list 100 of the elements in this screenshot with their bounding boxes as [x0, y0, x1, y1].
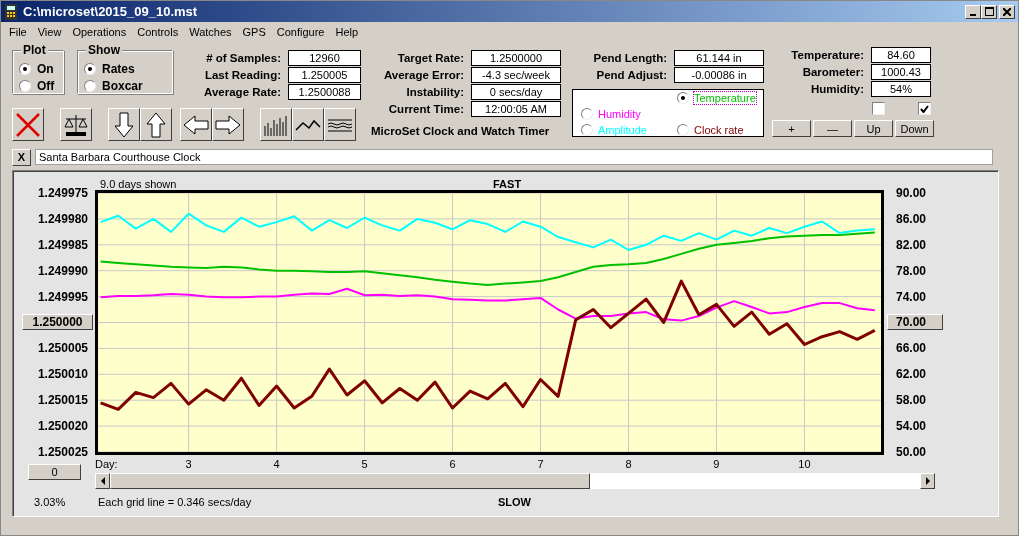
checkbox[interactable]: [918, 102, 931, 115]
menu-item[interactable]: Configure: [271, 25, 331, 38]
slow-label: SLOW: [498, 496, 531, 510]
value-field: 1.250005: [288, 66, 361, 83]
axis-label: 50.00: [896, 443, 927, 460]
menu-item[interactable]: File: [4, 25, 33, 38]
scrollbar-thumb[interactable]: [110, 473, 590, 489]
field-label: Pend Length:: [592, 51, 668, 64]
value-field: 1.2500088: [288, 83, 361, 100]
group-title: Plot: [21, 43, 48, 57]
adjust-button[interactable]: —: [813, 120, 852, 137]
close-button[interactable]: [999, 4, 1015, 19]
axis-label: 1.249990: [37, 262, 88, 279]
up-arrow-button[interactable]: [140, 108, 172, 141]
value-field: -4.3 sec/week: [471, 66, 561, 83]
bar-graph-button[interactable]: [260, 108, 292, 141]
scales-icon: [63, 112, 89, 137]
axis-label: 1.250025: [37, 443, 88, 460]
axis-label: 78.00: [896, 262, 927, 279]
axis-label: 1.249975: [37, 185, 88, 201]
menu-item[interactable]: View: [32, 25, 68, 38]
series-option[interactable]: Clock rate: [677, 122, 765, 137]
axis-label: 1.249980: [37, 210, 88, 227]
fast-label: FAST: [493, 178, 522, 190]
grid-note: Each grid line = 0.346 secs/day: [97, 496, 253, 510]
left-arrow-button[interactable]: [180, 108, 212, 141]
day-label: 4: [272, 457, 281, 472]
zero-button[interactable]: 0: [28, 464, 81, 480]
value-field: 12960: [288, 49, 361, 66]
day-label: 3: [184, 457, 193, 472]
check-icon: [920, 104, 929, 113]
axis-label: 62.00: [896, 366, 927, 383]
cross-icon: [15, 111, 41, 138]
scroll-right-button[interactable]: [920, 473, 935, 489]
wave-graph-button[interactable]: [324, 108, 356, 141]
down-arrow-button[interactable]: [108, 108, 140, 141]
adjust-button[interactable]: Down: [895, 120, 934, 137]
note-field[interactable]: Santa Barbara Courthouse Clock: [35, 149, 993, 165]
vertical-lines-icon: [263, 113, 289, 136]
value-field: 0 secs/day: [471, 83, 561, 100]
app-caption: MicroSet Clock and Watch Timer: [371, 125, 551, 137]
axis-label: 66.00: [896, 340, 927, 357]
clear-button[interactable]: X: [12, 148, 31, 166]
checkbox[interactable]: [872, 102, 885, 115]
percent-label: 3.03%: [33, 495, 67, 510]
center-value-button[interactable]: 1.250000: [22, 314, 93, 331]
menu-item[interactable]: Help: [330, 25, 365, 38]
axis-label: 1.250010: [37, 366, 88, 383]
radio-option[interactable]: Rates: [84, 61, 172, 76]
right-arrow-button[interactable]: [212, 108, 244, 141]
menu-item[interactable]: GPS: [237, 25, 272, 38]
zigzag-icon: [295, 117, 321, 132]
adjust-button[interactable]: +: [772, 120, 811, 137]
value-field: 84.60: [871, 46, 931, 63]
horizontal-scrollbar[interactable]: [95, 473, 935, 489]
field-label: # of Samples:: [205, 51, 282, 64]
radio-option[interactable]: Off: [19, 78, 63, 93]
axis-label: 54.00: [896, 418, 927, 434]
span-label: 9.0 days shown: [99, 178, 178, 190]
adjust-button[interactable]: Up: [854, 120, 893, 137]
value-field: 1000.43: [871, 63, 931, 80]
day-label: 10: [797, 457, 812, 472]
line-graph-button[interactable]: [292, 108, 324, 141]
scroll-left-button[interactable]: [95, 473, 110, 489]
radio-option[interactable]: Boxcar: [84, 78, 172, 93]
axis-label: 1.250005: [37, 340, 88, 357]
balance-button[interactable]: [60, 108, 92, 141]
menu-item[interactable]: Watches: [184, 25, 238, 38]
axis-title: Day:: [95, 457, 119, 472]
window-title: C:\microset\2015_09_10.mst: [23, 4, 199, 19]
axis-label: 90.00: [896, 185, 927, 201]
field-label: Humidity:: [809, 82, 865, 95]
waves-icon: [327, 117, 353, 132]
field-label: Pend Adjust:: [595, 68, 668, 81]
field-label: Average Error:: [382, 68, 465, 81]
minimize-button[interactable]: [965, 4, 981, 19]
field-label: Average Rate:: [203, 85, 282, 98]
maximize-icon: [984, 7, 994, 16]
right-arrow-icon: [215, 114, 241, 135]
menu-item[interactable]: Operations: [67, 25, 133, 38]
menu-item[interactable]: Controls: [132, 25, 185, 38]
day-label: 5: [360, 457, 369, 472]
delete-button[interactable]: [12, 108, 44, 141]
axis-label: 1.250015: [37, 392, 88, 409]
day-label: 7: [536, 457, 545, 472]
down-arrow-icon: [114, 111, 134, 138]
radio-option[interactable]: On: [19, 61, 63, 76]
field-label: Instability:: [405, 85, 465, 98]
axis-label: 1.249985: [37, 236, 88, 253]
axis-label: 1.250020: [37, 418, 88, 434]
day-label: 8: [624, 457, 633, 472]
center-value-button[interactable]: 70.00: [887, 314, 943, 331]
left-arrow-icon: [183, 114, 209, 135]
field-label: Target Rate:: [396, 51, 465, 64]
maximize-button[interactable]: [981, 4, 997, 19]
close-icon: [1003, 7, 1011, 16]
field-label: Temperature:: [790, 48, 865, 61]
up-arrow-icon: [146, 111, 166, 138]
axis-label: 82.00: [896, 236, 927, 253]
axis-label: 86.00: [896, 210, 927, 227]
